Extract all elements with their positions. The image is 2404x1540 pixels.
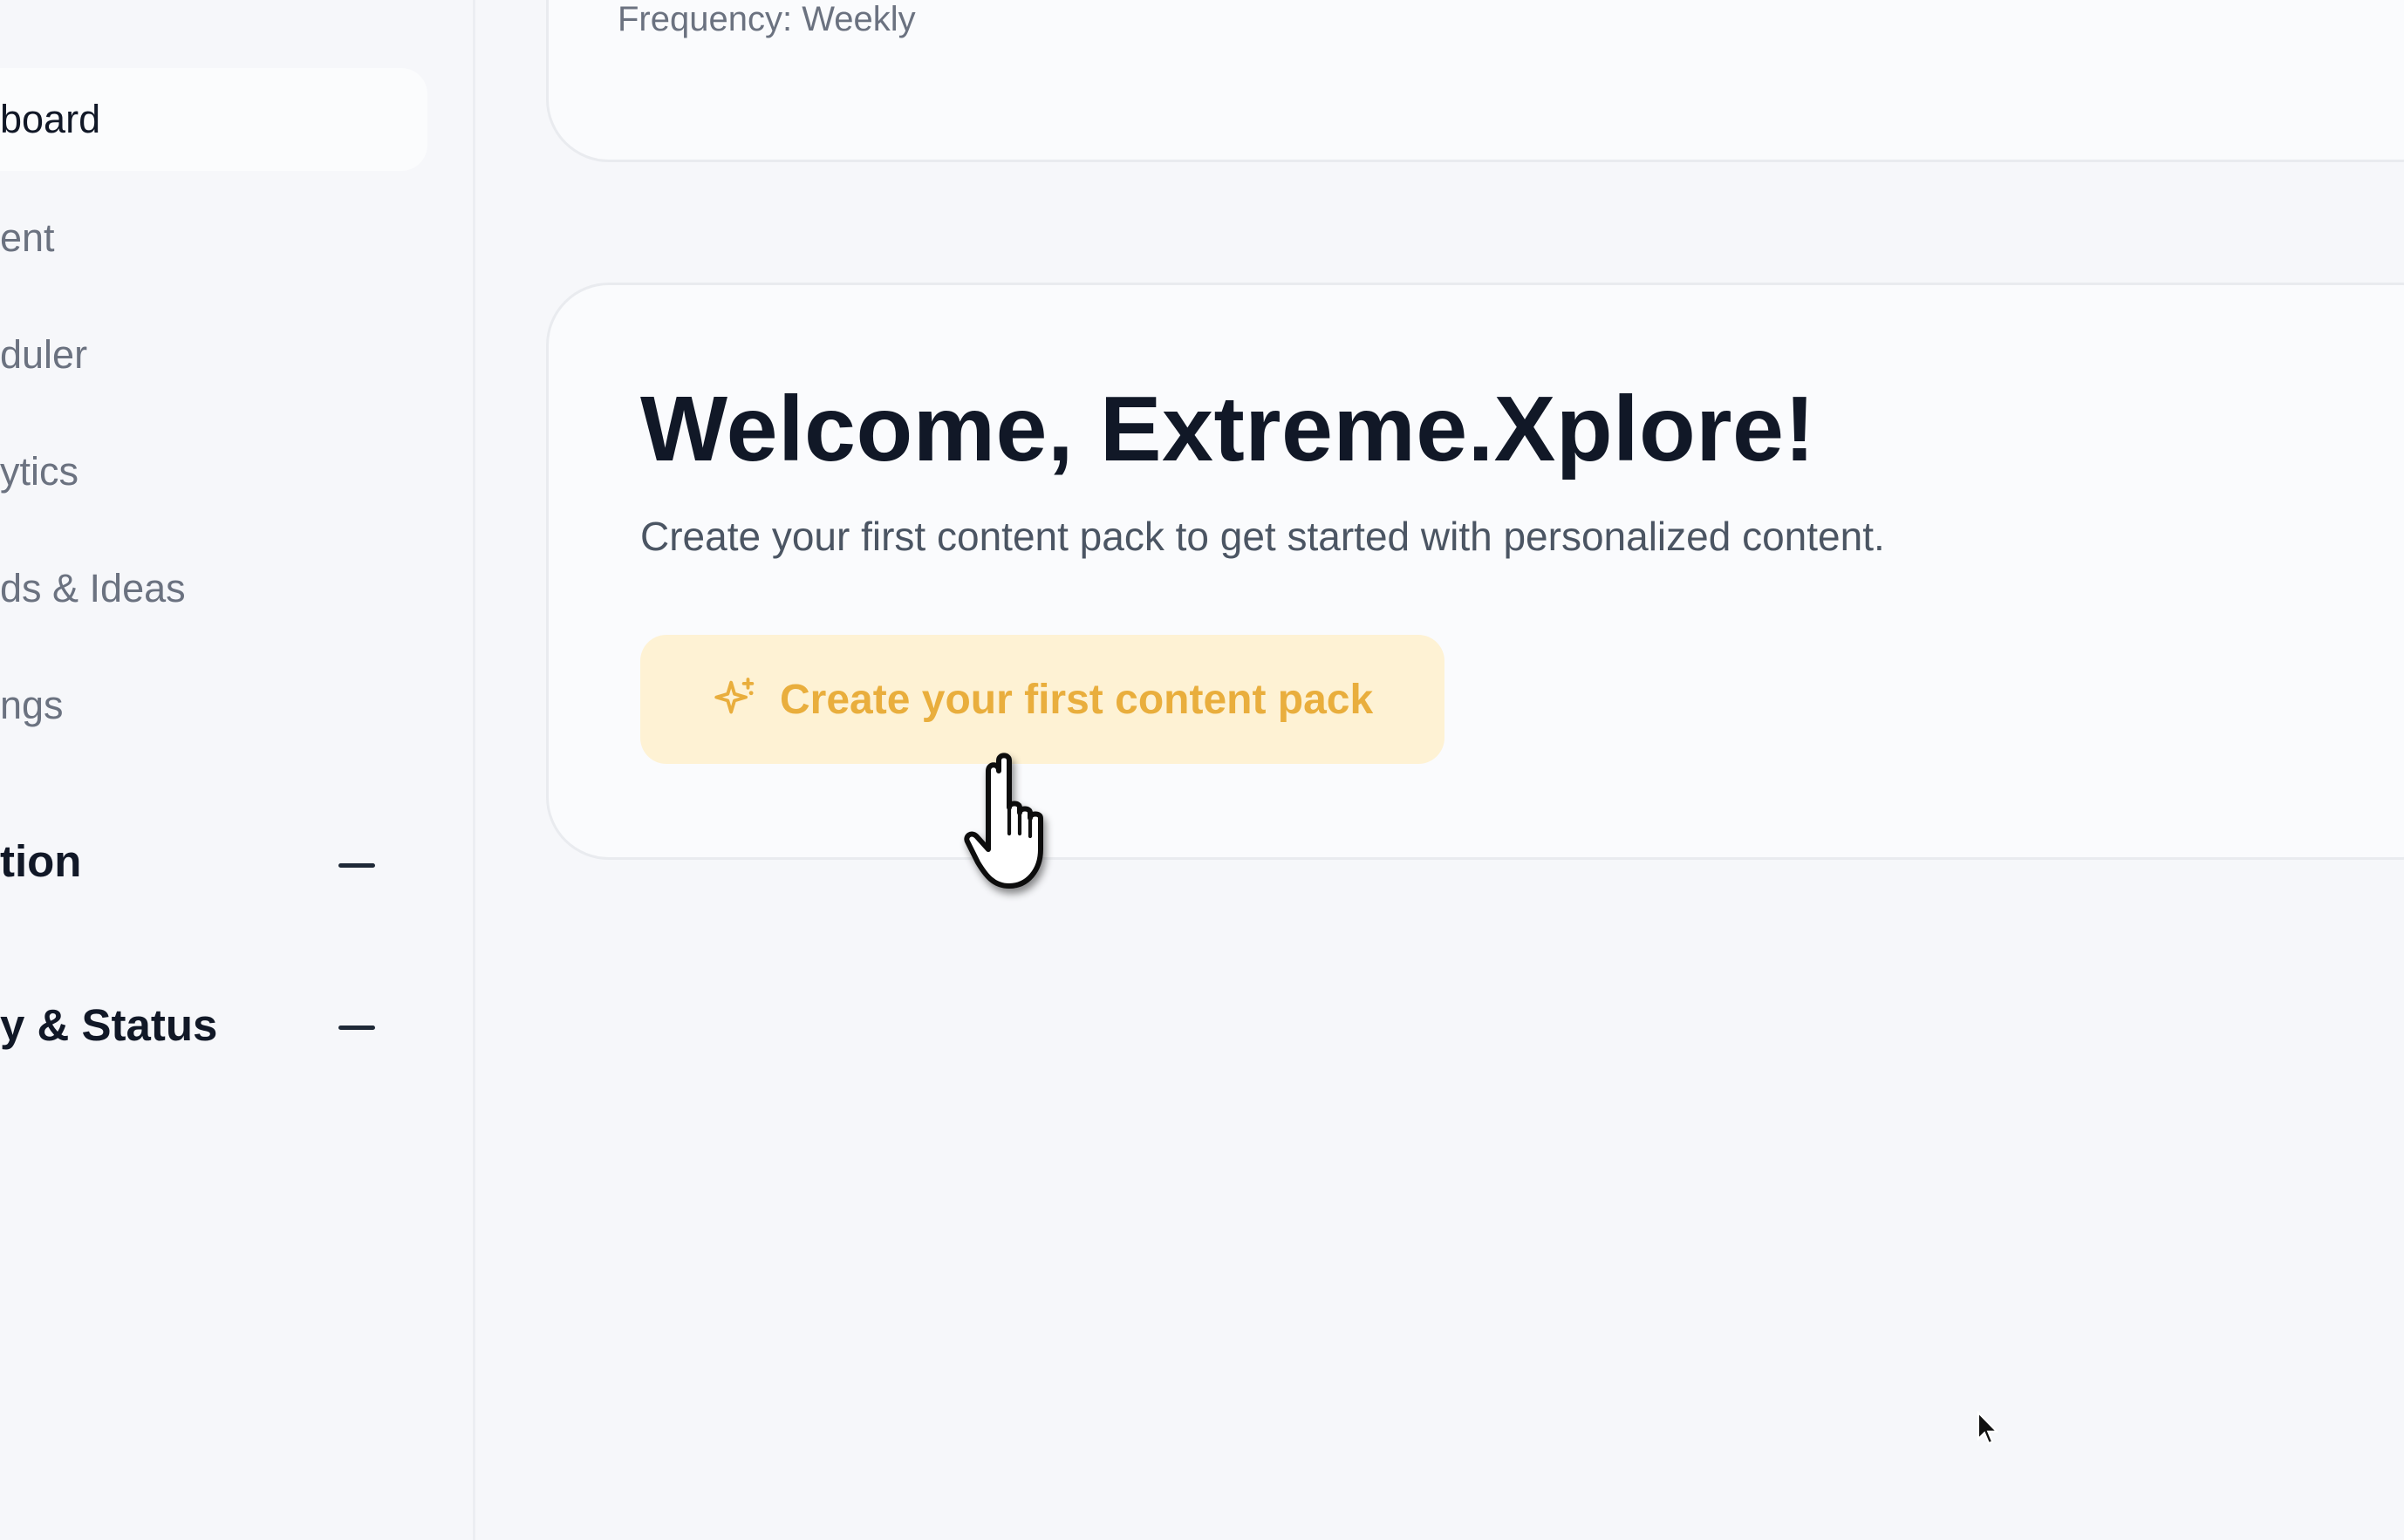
sidebar-item-content[interactable]: ent — [0, 187, 427, 290]
arrow-cursor-icon — [1977, 1411, 1999, 1445]
create-content-pack-button[interactable]: Create your first content pack — [640, 635, 1444, 764]
sidebar-item-label: duler — [0, 332, 88, 377]
sidebar-item-trends-ideas[interactable]: ds & Ideas — [0, 537, 427, 640]
minus-icon[interactable] — [338, 1026, 375, 1030]
sidebar-section-header[interactable]: tion — [0, 830, 384, 900]
sidebar-item-analytics[interactable]: ytics — [0, 420, 427, 523]
welcome-subtitle: Create your first content pack to get st… — [640, 514, 1885, 559]
sidebar-item-settings[interactable]: ngs — [0, 654, 427, 757]
section-title: tion — [0, 836, 82, 886]
sparkles-icon — [714, 678, 755, 714]
sidebar-item-label: ds & Ideas — [0, 566, 186, 610]
sidebar: board ent duler ytics ds & Ideas ngs tio… — [0, 0, 475, 1540]
sidebar-item-label: ytics — [0, 449, 79, 494]
sidebar-item-label: ngs — [0, 683, 64, 727]
frequency-label: Frequency: Weekly — [618, 0, 916, 38]
sidebar-item-label: ent — [0, 215, 55, 260]
welcome-title: Welcome, Extreme.Xplore! — [640, 378, 1816, 480]
section-title: y & Status — [0, 1000, 218, 1050]
welcome-card — [546, 283, 2404, 860]
sidebar-item-dashboard[interactable]: board — [0, 68, 427, 171]
create-content-pack-label: Create your first content pack — [780, 676, 1374, 723]
minus-icon[interactable] — [338, 863, 375, 868]
sidebar-section-header[interactable]: y & Status — [0, 994, 384, 1064]
hand-pointer-cursor-icon — [964, 753, 1043, 889]
sidebar-item-scheduler[interactable]: duler — [0, 303, 427, 406]
sidebar-item-label: board — [0, 97, 101, 141]
